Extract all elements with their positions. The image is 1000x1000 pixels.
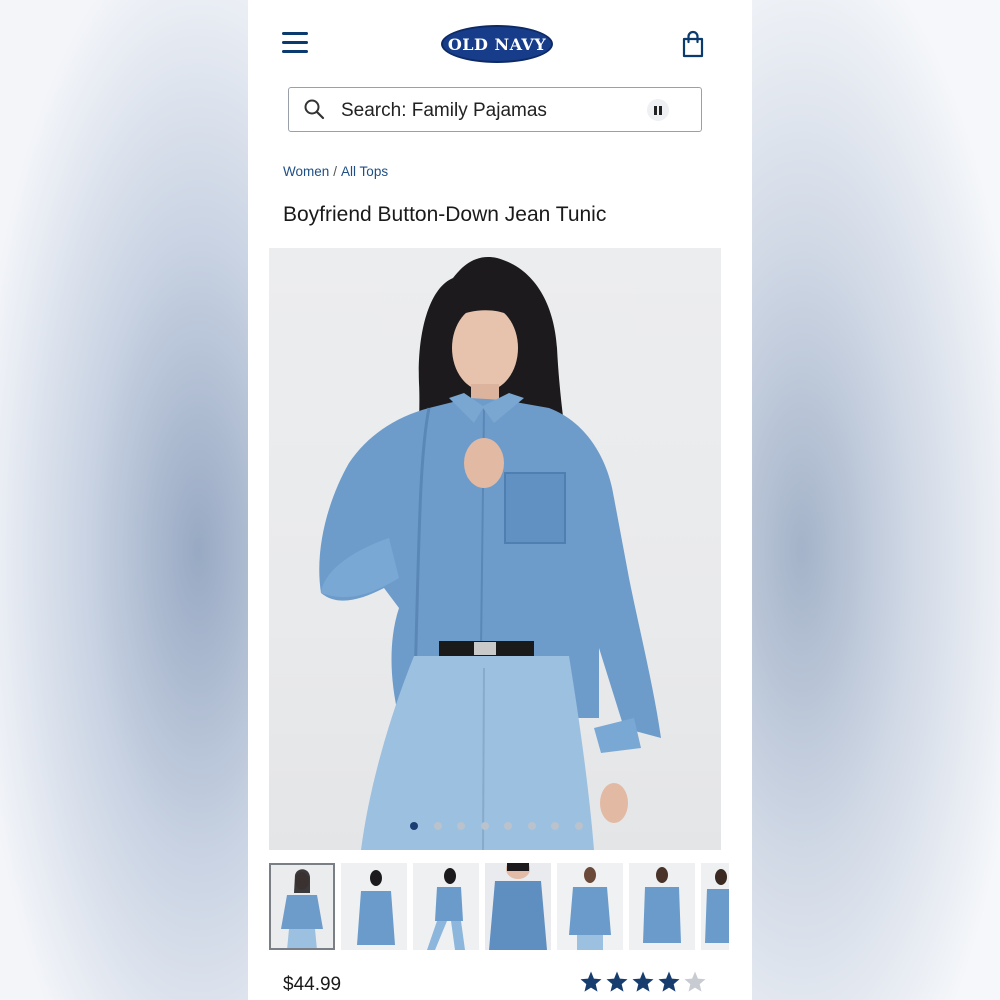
- product-page: OLD NAVY Search: Family Pajamas Women / Al…: [248, 0, 752, 1000]
- search-icon[interactable]: [303, 98, 325, 120]
- gallery-dot-4[interactable]: [480, 822, 489, 830]
- search-placeholder: Search: Family Pajamas: [341, 100, 547, 121]
- star-icon-filled: [580, 971, 602, 992]
- star-icon-empty: [684, 971, 706, 992]
- logo-text: OLD NAVY: [447, 34, 547, 54]
- product-title: Boyfriend Button-Down Jean Tunic: [283, 203, 607, 226]
- thumbnail-4[interactable]: [485, 863, 551, 950]
- thumbnail-2[interactable]: [341, 863, 407, 950]
- thumbnail-1[interactable]: [269, 863, 335, 950]
- old-navy-logo[interactable]: OLD NAVY: [441, 25, 553, 63]
- gallery-dot-7[interactable]: [551, 822, 559, 830]
- gallery-pagination: [248, 822, 752, 836]
- shopping-bag-icon[interactable]: [681, 30, 705, 58]
- gallery-dot-5[interactable]: [504, 822, 512, 830]
- breadcrumb-all-tops[interactable]: All Tops: [341, 164, 388, 179]
- gallery-dot-6[interactable]: [527, 822, 536, 830]
- star-icon-filled: [658, 971, 680, 992]
- gallery-dot-8[interactable]: [574, 822, 583, 830]
- thumbnail-strip: [269, 863, 729, 951]
- star-icon-filled: [632, 971, 654, 992]
- thumbnail-6[interactable]: [629, 863, 695, 950]
- site-header: OLD NAVY: [248, 20, 752, 70]
- breadcrumb-women[interactable]: Women: [283, 164, 329, 179]
- search-bar[interactable]: Search: Family Pajamas: [288, 87, 702, 132]
- star-icon-filled: [606, 971, 628, 992]
- gallery-dot-2[interactable]: [433, 822, 442, 830]
- product-price: $44.99: [283, 974, 342, 995]
- product-main-image[interactable]: [269, 248, 721, 850]
- thumbnail-5[interactable]: [557, 863, 623, 950]
- gallery-dot-3[interactable]: [457, 822, 465, 830]
- rating-stars[interactable]: [579, 970, 709, 994]
- breadcrumb: Women / All Tops: [283, 164, 388, 179]
- breadcrumb-separator: /: [333, 164, 338, 179]
- gallery-dot-1[interactable]: [410, 822, 418, 830]
- thumbnail-3[interactable]: [413, 863, 479, 950]
- background-right: [752, 0, 1000, 1000]
- hamburger-menu-icon[interactable]: [282, 32, 308, 54]
- background-left: [0, 0, 248, 1000]
- thumbnail-7[interactable]: [701, 863, 729, 950]
- pause-icon[interactable]: [647, 99, 669, 121]
